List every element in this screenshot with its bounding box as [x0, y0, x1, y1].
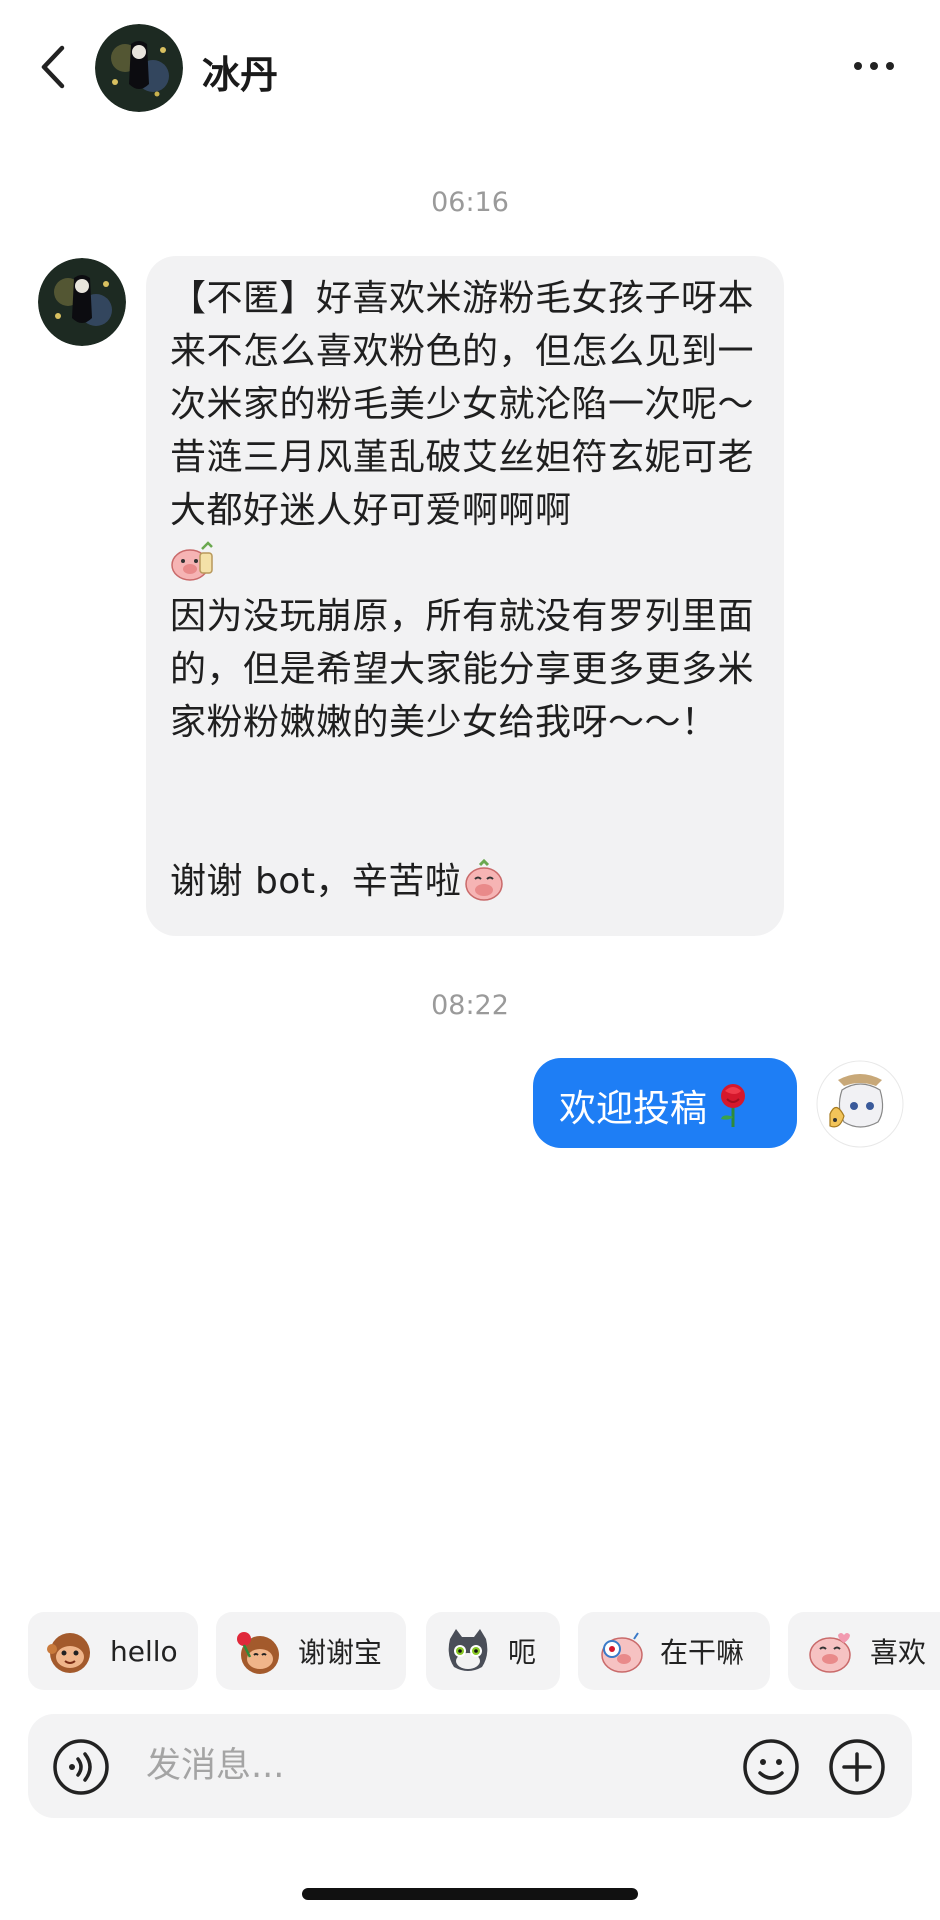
chat-header: 冰丹 [0, 0, 940, 130]
quick-reply-thanks[interactable]: 谢谢宝 [216, 1612, 406, 1690]
monkey-rose-sticker-icon [237, 1632, 279, 1674]
monkey-wave-sticker-icon [47, 1633, 90, 1673]
message-timestamp: 06:16 [431, 187, 509, 218]
quick-reply-like[interactable]: 喜欢 [788, 1612, 940, 1690]
more-horizontal-icon[interactable] [852, 56, 896, 76]
quick-reply-label: 喜欢 [870, 1636, 927, 1669]
message-paragraph: 因为没玩崩原，所有就没有罗列里面的，但是希望大家能分享更多更多米家粉粉嫩嫩的美少… [170, 596, 755, 743]
message-paragraph: 【不匿】好喜欢米游粉毛女孩子呀本来不怎么喜欢粉色的，但怎么见到一次米家的粉毛美少… [170, 272, 762, 590]
voice-input-icon[interactable] [52, 1738, 110, 1796]
pig-thanks-emoji-icon [465, 858, 504, 901]
quick-reply-label: 谢谢宝 [298, 1636, 383, 1669]
pig-love-sticker-icon [809, 1633, 851, 1673]
home-indicator[interactable] [302, 1888, 638, 1900]
cat-sticker-icon [448, 1629, 488, 1671]
message-composer [28, 1714, 912, 1818]
sender-avatar[interactable] [38, 258, 126, 346]
chevron-left-icon[interactable] [34, 44, 74, 90]
incoming-message-bubble[interactable]: 【不匿】好喜欢米游粉毛女孩子呀本来不怎么喜欢粉色的，但怎么见到一次米家的粉毛美少… [146, 256, 784, 936]
message-paragraph [170, 749, 762, 802]
outgoing-message-bubble[interactable]: 欢迎投稿 [533, 1058, 797, 1148]
quick-reply-label: 在干嘛 [660, 1636, 745, 1669]
quick-reply-uh[interactable]: 呃 [426, 1612, 560, 1690]
plus-icon[interactable] [828, 1738, 886, 1796]
quick-reply-label: hello [110, 1634, 178, 1668]
chat-screen: 冰丹 06:16 【不匿】好喜欢米游粉毛女孩子呀本来不怎么喜欢粉色的，但怎么见到… [0, 0, 940, 1920]
message-text: 欢迎投稿 [559, 1087, 707, 1130]
contact-name[interactable]: 冰丹 [202, 44, 278, 99]
quick-reply-label: 呃 [508, 1636, 537, 1669]
quick-reply-hello[interactable]: hello [28, 1612, 198, 1690]
pig-peek-sticker-icon [601, 1632, 643, 1673]
pig-tea-emoji-icon [171, 541, 213, 581]
message-input[interactable] [146, 1736, 746, 1796]
message-text: 谢谢 bot，辛苦啦 [170, 861, 462, 902]
user-avatar[interactable] [816, 1060, 904, 1148]
emoji-picker-icon[interactable] [742, 1738, 800, 1796]
message-paragraph: 谢谢 bot，辛苦啦 [170, 855, 762, 908]
message-timestamp: 08:22 [431, 990, 509, 1021]
rose-emoji-icon [721, 1084, 745, 1127]
quick-reply-what-doing[interactable]: 在干嘛 [578, 1612, 770, 1690]
message-text: 【不匿】好喜欢米游粉毛女孩子呀本来不怎么喜欢粉色的，但怎么见到一次米家的粉毛美少… [170, 278, 755, 531]
contact-avatar[interactable] [95, 24, 183, 112]
